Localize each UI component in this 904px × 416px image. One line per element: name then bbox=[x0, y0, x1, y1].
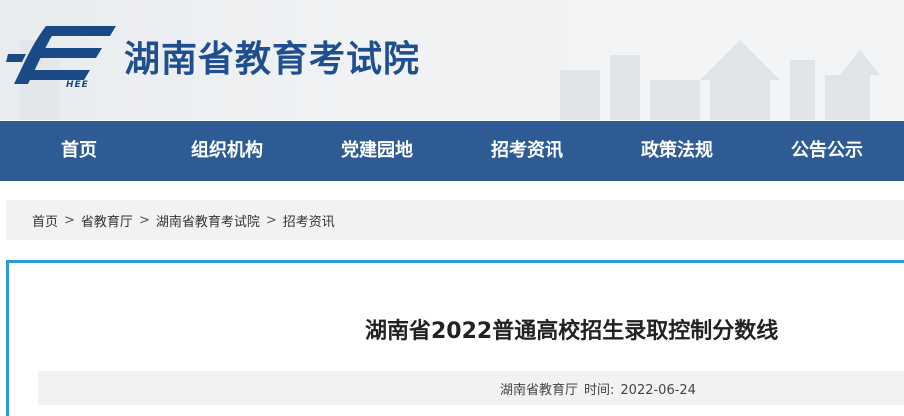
breadcrumb-separator: > bbox=[64, 212, 75, 228]
nav-item-party-building[interactable]: 党建园地 bbox=[341, 121, 413, 181]
breadcrumb-separator: > bbox=[265, 212, 277, 228]
nav-item-home[interactable]: 首页 bbox=[61, 121, 97, 181]
logo-text: HEE bbox=[66, 80, 89, 90]
breadcrumb-separator: > bbox=[138, 212, 150, 228]
site-title[interactable]: 湖南省教育考试院 bbox=[124, 30, 420, 82]
main-nav: 首页 组织机构 党建园地 招考资讯 政策法规 公告公示 bbox=[0, 121, 904, 181]
article-title: 湖南省2022普通高校招生录取控制分数线 bbox=[365, 319, 779, 344]
breadcrumb: 首页 > 省教育厅 > 湖南省教育考试院 > 招考资讯 bbox=[6, 200, 904, 240]
nav-item-organization[interactable]: 组织机构 bbox=[191, 121, 263, 181]
article-meta: 湖南省教育厅 时间: 2022-06-24 bbox=[500, 379, 696, 398]
site-header: HEE 湖南省教育考试院 bbox=[0, 0, 904, 120]
article-time-label: 时间: bbox=[584, 383, 615, 398]
breadcrumb-admission-news[interactable]: 招考资讯 bbox=[283, 211, 335, 230]
nav-item-announcements[interactable]: 公告公示 bbox=[791, 121, 863, 181]
article-date: 2022-06-24 bbox=[620, 383, 696, 398]
breadcrumb-exam-institute[interactable]: 湖南省教育考试院 bbox=[156, 211, 260, 230]
hee-logo-icon bbox=[6, 26, 116, 84]
article-meta-bar bbox=[38, 371, 904, 405]
nav-item-admission-news[interactable]: 招考资讯 bbox=[491, 121, 563, 181]
breadcrumb-home[interactable]: 首页 bbox=[32, 211, 58, 230]
article-source: 湖南省教育厅 bbox=[500, 383, 579, 398]
nav-item-policy[interactable]: 政策法规 bbox=[641, 121, 713, 181]
breadcrumb-education-dept[interactable]: 省教育厅 bbox=[81, 211, 133, 230]
